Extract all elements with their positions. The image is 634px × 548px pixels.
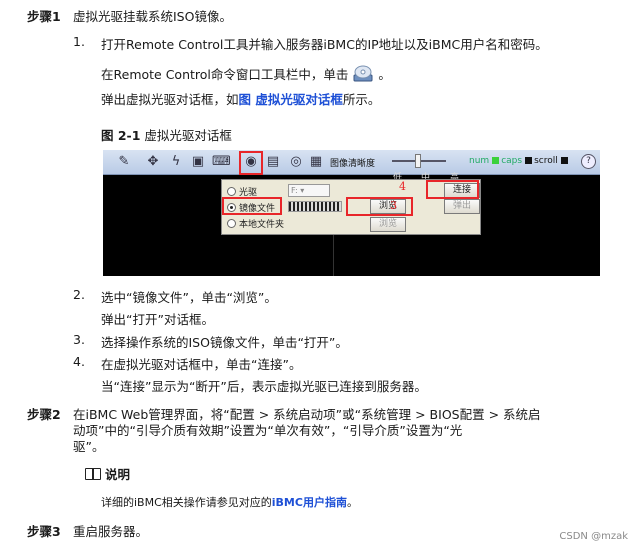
substep1-number: 1. — [73, 34, 85, 49]
note-text-post: 。 — [346, 496, 358, 509]
virtual-drive-icon — [352, 65, 374, 83]
substep1-result: 弹出虚拟光驱对话框，如图 虚拟光驱对话框所示。 — [101, 89, 380, 108]
highlight-browse — [346, 197, 413, 216]
num-label: num — [469, 156, 490, 166]
result-text-pre: 弹出虚拟光驱对话框，如 — [101, 92, 239, 107]
browse-button-folder[interactable]: 浏览 — [370, 217, 406, 232]
highlight-connect — [426, 180, 479, 199]
lightning-icon[interactable]: ϟ — [168, 154, 184, 170]
figure-caption-number: 图 2-1 — [101, 128, 141, 143]
pointer-icon[interactable]: ✎ — [116, 154, 132, 170]
substep4-number: 4. — [73, 354, 85, 369]
substep3-number: 3. — [73, 332, 85, 347]
caps-indicator — [525, 157, 533, 164]
radio-folder-dot[interactable] — [227, 219, 236, 228]
substep4-result: 当“连接”显示为“断开”后，表示虚拟光驱已连接到服务器。 — [101, 379, 427, 394]
substep4-text: 在虚拟光驱对话框中，单击“连接”。 — [101, 357, 302, 372]
radio-local-folder[interactable]: 本地文件夹 — [227, 217, 284, 230]
highlight-drive-icon — [239, 151, 263, 175]
drive-value: F: — [291, 186, 298, 195]
note-text: 详细的iBMC相关操作请参见对应的iBMC用户指南。 — [101, 494, 358, 510]
floppy-icon[interactable]: ▤ — [265, 154, 281, 170]
detail-text-post: 。 — [378, 67, 391, 82]
figure-link[interactable]: 图 虚拟光驱对话框 — [239, 92, 343, 107]
watermark: CSDN @mzak — [559, 531, 628, 542]
substep1-detail: 在Remote Control命令窗口工具栏中，单击 。 — [101, 64, 391, 83]
image-path-field[interactable] — [288, 201, 342, 212]
keyboard-icon[interactable]: ⌨ — [212, 154, 231, 170]
remote-control-toolbar: ✎ ✥ ϟ ▣ ⌨ ◉ ▤ ◎ ▦ 图像清晰度 num caps scroll ? — [103, 150, 600, 175]
substep2-text: 选中“镜像文件”，单击“浏览”。 — [101, 290, 277, 305]
indicators: num caps scroll — [469, 156, 570, 166]
detail-text-pre: 在Remote Control命令窗口工具栏中，单击 — [101, 67, 349, 82]
step1-label: 步骤1 — [27, 9, 61, 24]
help-icon[interactable]: ? — [581, 154, 596, 169]
image-clarity-label: 图像清晰度 — [330, 159, 376, 169]
step3-text: 重启服务器。 — [73, 524, 149, 539]
drive-select[interactable]: F: ▾ — [288, 184, 330, 197]
scroll-label: scroll — [534, 156, 558, 166]
radio-cdrom-dot[interactable] — [227, 187, 236, 196]
book-icon — [85, 468, 101, 480]
highlight-image-file — [222, 197, 282, 215]
substep1-text: 打开Remote Control工具并输入服务器iBMC的IP地址以及iBMC用… — [101, 37, 548, 52]
figure-caption-text: 虚拟光驱对话框 — [144, 128, 232, 143]
num-indicator — [492, 157, 500, 164]
move-icon[interactable]: ✥ — [145, 154, 161, 170]
ibmc-guide-link[interactable]: iBMC用户指南 — [272, 496, 347, 509]
step2-line3: 驱”。 — [73, 439, 105, 454]
grid-icon[interactable]: ▦ — [308, 154, 324, 170]
disc-icon[interactable]: ◎ — [288, 154, 304, 170]
step2-line2: 动项”中的“引导介质有效期”设置为“单次有效”，“引导介质”设置为“光 — [73, 423, 463, 438]
step-mark-4: 4 — [399, 180, 406, 193]
note-text-pre: 详细的iBMC相关操作请参见对应的 — [101, 496, 272, 509]
screen-icon[interactable]: ▣ — [190, 154, 206, 170]
step3-label: 步骤3 — [27, 524, 61, 539]
eject-button[interactable]: 弹出 — [444, 199, 480, 214]
step-mark-3: 3 — [390, 199, 397, 212]
substep2-number: 2. — [73, 287, 85, 302]
radio-folder-label: 本地文件夹 — [239, 220, 285, 230]
step1-title: 虚拟光驱挂载系统ISO镜像。 — [73, 9, 232, 24]
divider-line — [333, 234, 334, 276]
scroll-indicator — [560, 157, 568, 164]
note-heading: 说明 — [85, 464, 130, 483]
substep2-result: 弹出“打开”对话框。 — [101, 312, 214, 327]
result-text-post: 所示。 — [342, 92, 381, 107]
step2-label: 步骤2 — [27, 407, 61, 422]
figure-caption: 图 2-1 虚拟光驱对话框 — [101, 125, 232, 144]
caps-label: caps — [501, 156, 523, 166]
substep3-text: 选择操作系统的ISO镜像文件，单击“打开”。 — [101, 335, 348, 350]
note-title: 说明 — [105, 467, 131, 482]
clarity-slider-knob[interactable] — [415, 154, 421, 168]
virtual-drive-screenshot: ✎ ✥ ϟ ▣ ⌨ ◉ ▤ ◎ ▦ 图像清晰度 num caps scroll ? … — [103, 150, 600, 276]
